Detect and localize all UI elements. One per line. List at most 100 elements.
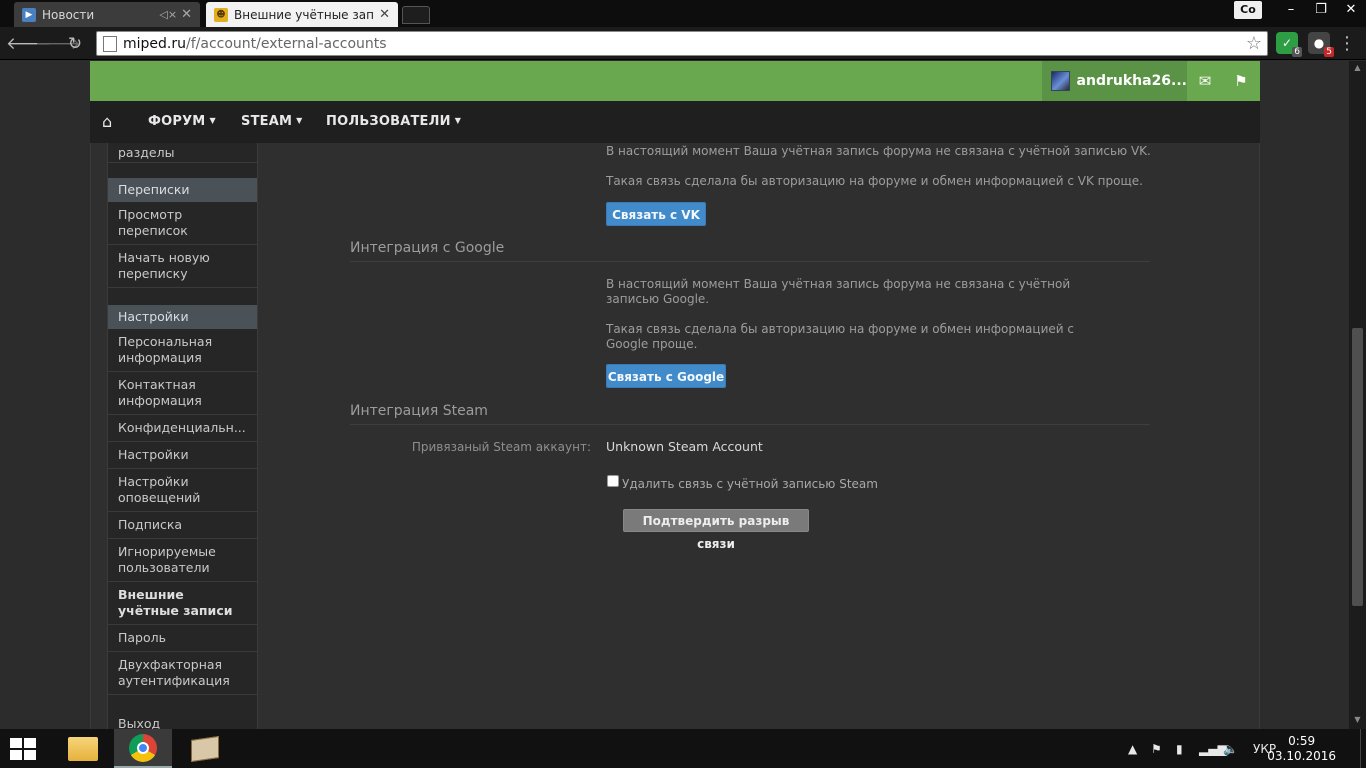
tray-overflow-icon[interactable]: ▲ (1128, 729, 1137, 768)
sidebar-item-label: Подписка (118, 517, 183, 532)
unlink-steam-label[interactable]: Удалить связь с учётной записью Steam (622, 477, 878, 492)
sidebar-item-sections[interactable]: разделы (108, 143, 257, 163)
vk-status-text: В настоящий момент Ваша учётная запись ф… (606, 144, 1151, 158)
clock-date: 03.10.2016 (1267, 749, 1336, 763)
sidebar-item-label: Настройки оповещений (118, 474, 201, 505)
tab-external-accounts[interactable]: ☻ Внешние учётные записи ✕ (206, 2, 398, 27)
action-center-flag-icon[interactable]: ⚑ (1151, 729, 1162, 768)
windows-start-icon[interactable] (10, 738, 38, 760)
sidebar-item-personal-info[interactable]: Персональная информация (108, 329, 257, 372)
unlink-steam-checkbox[interactable] (607, 475, 619, 487)
sidebar-item-label: Просмотр переписок (118, 207, 188, 238)
sidebar-heading-settings: Настройки (108, 305, 257, 329)
forward-arrow-icon[interactable]: 🡒 (35, 33, 81, 55)
browser-menu-icon[interactable]: ⋮ (1338, 33, 1356, 54)
tab-title: Новости (42, 7, 95, 22)
browser-tabstrip: ▶ Новости ◁× ✕ ☻ Внешние учётные записи … (0, 0, 1366, 27)
sidebar-item-alert-preferences[interactable]: Настройки оповещений (108, 469, 257, 512)
sidebar-item-subscription[interactable]: Подписка (108, 512, 257, 539)
envelope-icon[interactable]: ✉ (1195, 71, 1215, 91)
steam-linked-value: Unknown Steam Account (606, 439, 763, 454)
sidebar-item-two-factor[interactable]: Двухфакторная аутентификация (108, 652, 257, 695)
profile-chip[interactable]: Co (1234, 1, 1262, 19)
sidebar-item-password[interactable]: Пароль (108, 625, 257, 652)
sidebar-item-contact-info[interactable]: Контактная информация (108, 372, 257, 415)
minimize-icon[interactable]: – (1276, 0, 1306, 20)
sidebar-item-preferences[interactable]: Настройки (108, 442, 257, 469)
link-vk-button[interactable]: Связать с VK (606, 202, 706, 226)
sidebar-item-label: Выход (118, 716, 161, 729)
confirm-unlink-button[interactable]: Подтвердить разрыв связи (623, 509, 809, 551)
nav-forum[interactable]: ФОРУМ ▼ (148, 114, 216, 129)
caret-down-icon: ▼ (454, 116, 462, 125)
tab-news[interactable]: ▶ Новости ◁× ✕ (14, 2, 200, 27)
sidebar-item-ignored-users[interactable]: Игнорируемые пользователи (108, 539, 257, 582)
folder-icon (68, 736, 98, 761)
sidebar-item-view-conversations[interactable]: Просмотр переписок (108, 202, 257, 245)
main-nav: ⌂ ФОРУМ ▼ STEAM ▼ ПОЛЬЗОВАТЕЛИ ▼ (90, 101, 1260, 143)
miped-favicon: ☻ (214, 7, 228, 22)
page-scrollbar[interactable]: ▲ ▼ (1349, 61, 1366, 729)
speaker-mute-icon[interactable]: ◁× (159, 8, 177, 21)
bookmark-star-icon[interactable]: ☆ (1246, 33, 1262, 54)
google-section-title: Интеграция с Google (350, 240, 505, 256)
restore-icon[interactable]: ❐ (1306, 0, 1336, 20)
sidebar-item-label: Конфиденциальн... (118, 420, 246, 435)
home-icon[interactable]: ⌂ (102, 112, 112, 131)
address-bar[interactable]: miped.ru /f/account/external-accounts ☆ (96, 31, 1268, 56)
content-area (90, 143, 1260, 729)
back-arrow-icon[interactable]: 🡐 (6, 33, 52, 55)
window-controls: – ❐ ✕ (1276, 0, 1366, 20)
nav-label: ПОЛЬЗОВАТЕЛИ (326, 114, 451, 129)
show-desktop-button[interactable] (1360, 729, 1366, 768)
sidebar-item-new-conversation[interactable]: Начать новую переписку (108, 245, 257, 288)
adblock-shield-icon[interactable]: ✓ 6 (1276, 32, 1302, 57)
taskbar-explorer[interactable] (54, 729, 112, 768)
scroll-down-icon[interactable]: ▼ (1349, 713, 1366, 727)
username: andrukha26... (1076, 73, 1187, 89)
scroll-up-icon[interactable]: ▲ (1349, 61, 1366, 75)
sidebar-item-logout[interactable]: Выход (108, 713, 257, 729)
sidebar-item-label: Двухфакторная аутентификация (118, 657, 230, 688)
sidebar-item-label: Контактная информация (118, 377, 202, 408)
google-benefit-text: Такая связь сделала бы авторизацию на фо… (606, 322, 1074, 351)
caret-down-icon: ▼ (296, 116, 303, 125)
close-tab-icon[interactable]: ✕ (181, 7, 192, 22)
sidebar-item-external-accounts[interactable]: Внешние учётные записи (108, 582, 257, 625)
close-window-icon[interactable]: ✕ (1336, 0, 1366, 20)
url-host: miped.ru (123, 35, 186, 52)
clock-time: 0:59 (1288, 734, 1316, 748)
taskbar-app-book[interactable] (176, 729, 234, 768)
sidebar-item-privacy[interactable]: Конфиденциальн... (108, 415, 257, 442)
volume-icon[interactable]: 🔈 (1223, 729, 1238, 768)
avatar (1051, 71, 1070, 91)
reload-icon[interactable]: ↻ (64, 33, 86, 55)
sidebar-item-label: Внешние учётные записи (118, 587, 233, 618)
taskbar-chrome[interactable] (114, 729, 172, 768)
ghostery-icon[interactable]: ● 5 (1308, 32, 1334, 57)
nav-users[interactable]: ПОЛЬЗОВАТЕЛИ ▼ (326, 114, 461, 129)
flag-icon[interactable]: ⚑ (1231, 71, 1251, 91)
section-divider (350, 424, 1150, 425)
sidebar-item-label: Персональная информация (118, 334, 213, 365)
page-icon (103, 35, 117, 52)
scrollbar-thumb[interactable] (1352, 328, 1363, 606)
nav-steam[interactable]: STEAM ▼ (241, 114, 302, 129)
nav-label: ФОРУМ (148, 114, 206, 129)
caret-down-icon: ▼ (209, 116, 216, 125)
close-tab-icon[interactable]: ✕ (379, 7, 390, 22)
vk-benefit-text: Такая связь сделала бы авторизацию на фо… (606, 174, 1143, 188)
visitor-tab[interactable]: andrukha26... (1042, 61, 1187, 101)
sidebar-item-label: разделы (118, 144, 175, 160)
steam-section-title: Интеграция Steam (350, 403, 488, 419)
link-google-button[interactable]: Связать с Google (606, 364, 726, 388)
tab-title: Внешние учётные записи (234, 7, 375, 22)
section-divider (350, 261, 1150, 262)
windows-taskbar: ▲ ⚑ ▮ ▂▄▆ 🔈 УКР 0:59 03.10.2016 (0, 729, 1366, 768)
system-clock[interactable]: 0:59 03.10.2016 (1267, 734, 1336, 764)
battery-icon[interactable]: ▮ (1176, 729, 1183, 768)
new-tab-button[interactable] (402, 6, 430, 24)
browser-toolbar: 🡐 🡒 ↻ miped.ru /f/account/external-accou… (0, 27, 1366, 60)
steam-linked-label: Привязаный Steam аккаунт: (411, 440, 591, 454)
sidebar-item-label: Настройки (118, 447, 189, 462)
